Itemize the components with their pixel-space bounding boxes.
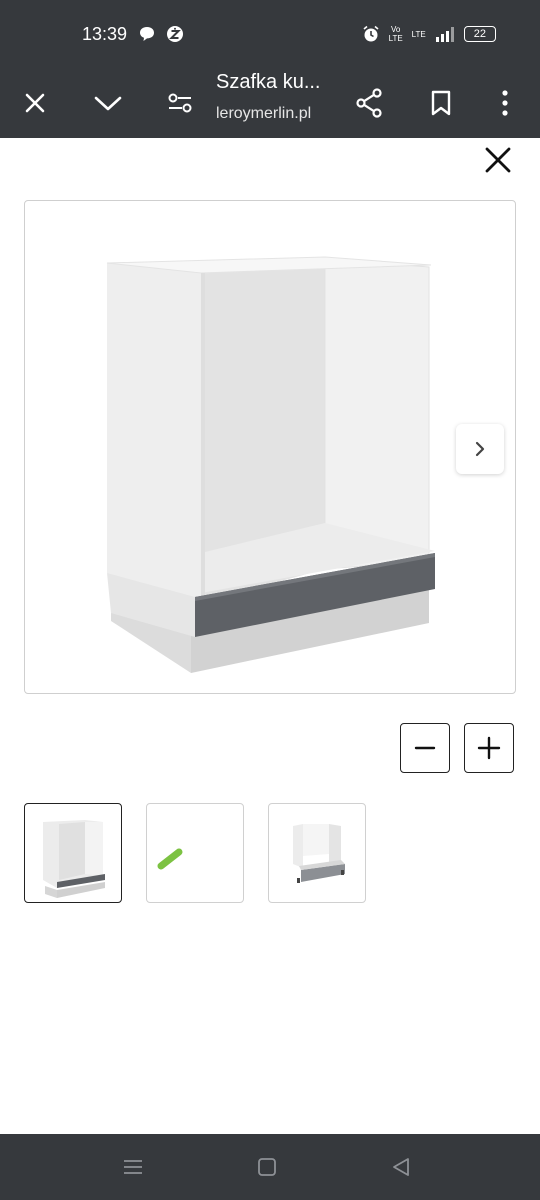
more-options-button[interactable] [482,80,528,126]
chevron-right-icon [475,441,485,457]
back-icon [393,1158,409,1176]
recents-icon [124,1160,142,1174]
lte-label: LTE [411,29,426,39]
close-tab-button[interactable] [12,80,58,126]
close-icon [485,147,511,173]
back-button[interactable] [386,1154,416,1180]
cabinet-drawer-thumbnail-image [293,824,345,883]
signal-icon [435,27,454,42]
next-image-button[interactable] [456,424,504,474]
share-icon [356,88,382,118]
thumbnail-cabinet-with-drawer[interactable] [268,803,366,903]
minus-icon [414,746,436,750]
recents-button[interactable] [118,1154,148,1180]
close-icon [25,93,45,113]
page-url: leroymerlin.pl [216,105,312,122]
color-swatch-icon [157,848,183,870]
gallery-close-button[interactable] [478,140,518,180]
thumbnail-color-swatch[interactable] [146,803,244,903]
status-right-icons: Vo LTE LTE 22 [362,25,496,43]
battery-indicator: 22 [463,26,496,42]
home-button[interactable] [252,1154,282,1180]
alarm-icon [363,25,379,42]
thumbnail-cabinet-front[interactable] [24,803,122,903]
product-image-viewer[interactable] [24,200,516,694]
volte-label: Vo LTE [388,25,403,43]
plus-icon [477,736,501,760]
status-time: 13:39 [82,24,128,44]
minimize-button[interactable] [85,80,131,126]
status-left-icons [138,25,184,43]
share-button[interactable] [346,80,392,126]
bookmark-icon [431,90,451,116]
zoom-out-button[interactable] [400,723,450,773]
cabinet-image [106,256,435,673]
cabinet-thumbnail-image [43,820,105,898]
bookmark-button[interactable] [418,80,464,126]
z-badge-icon [167,26,183,42]
page-settings-button[interactable] [157,80,203,126]
system-nav-bar [0,1134,540,1200]
chevron-down-icon [94,96,122,111]
page-settings-icon [168,93,192,113]
more-vert-icon [502,90,508,116]
status-bar: 13:39 Vo LTE LTE 22 [0,0,540,68]
chat-bubble-icon [140,27,154,41]
page-title: Szafka ku... [216,71,321,93]
zoom-in-button[interactable] [464,723,514,773]
home-icon [258,1158,276,1176]
